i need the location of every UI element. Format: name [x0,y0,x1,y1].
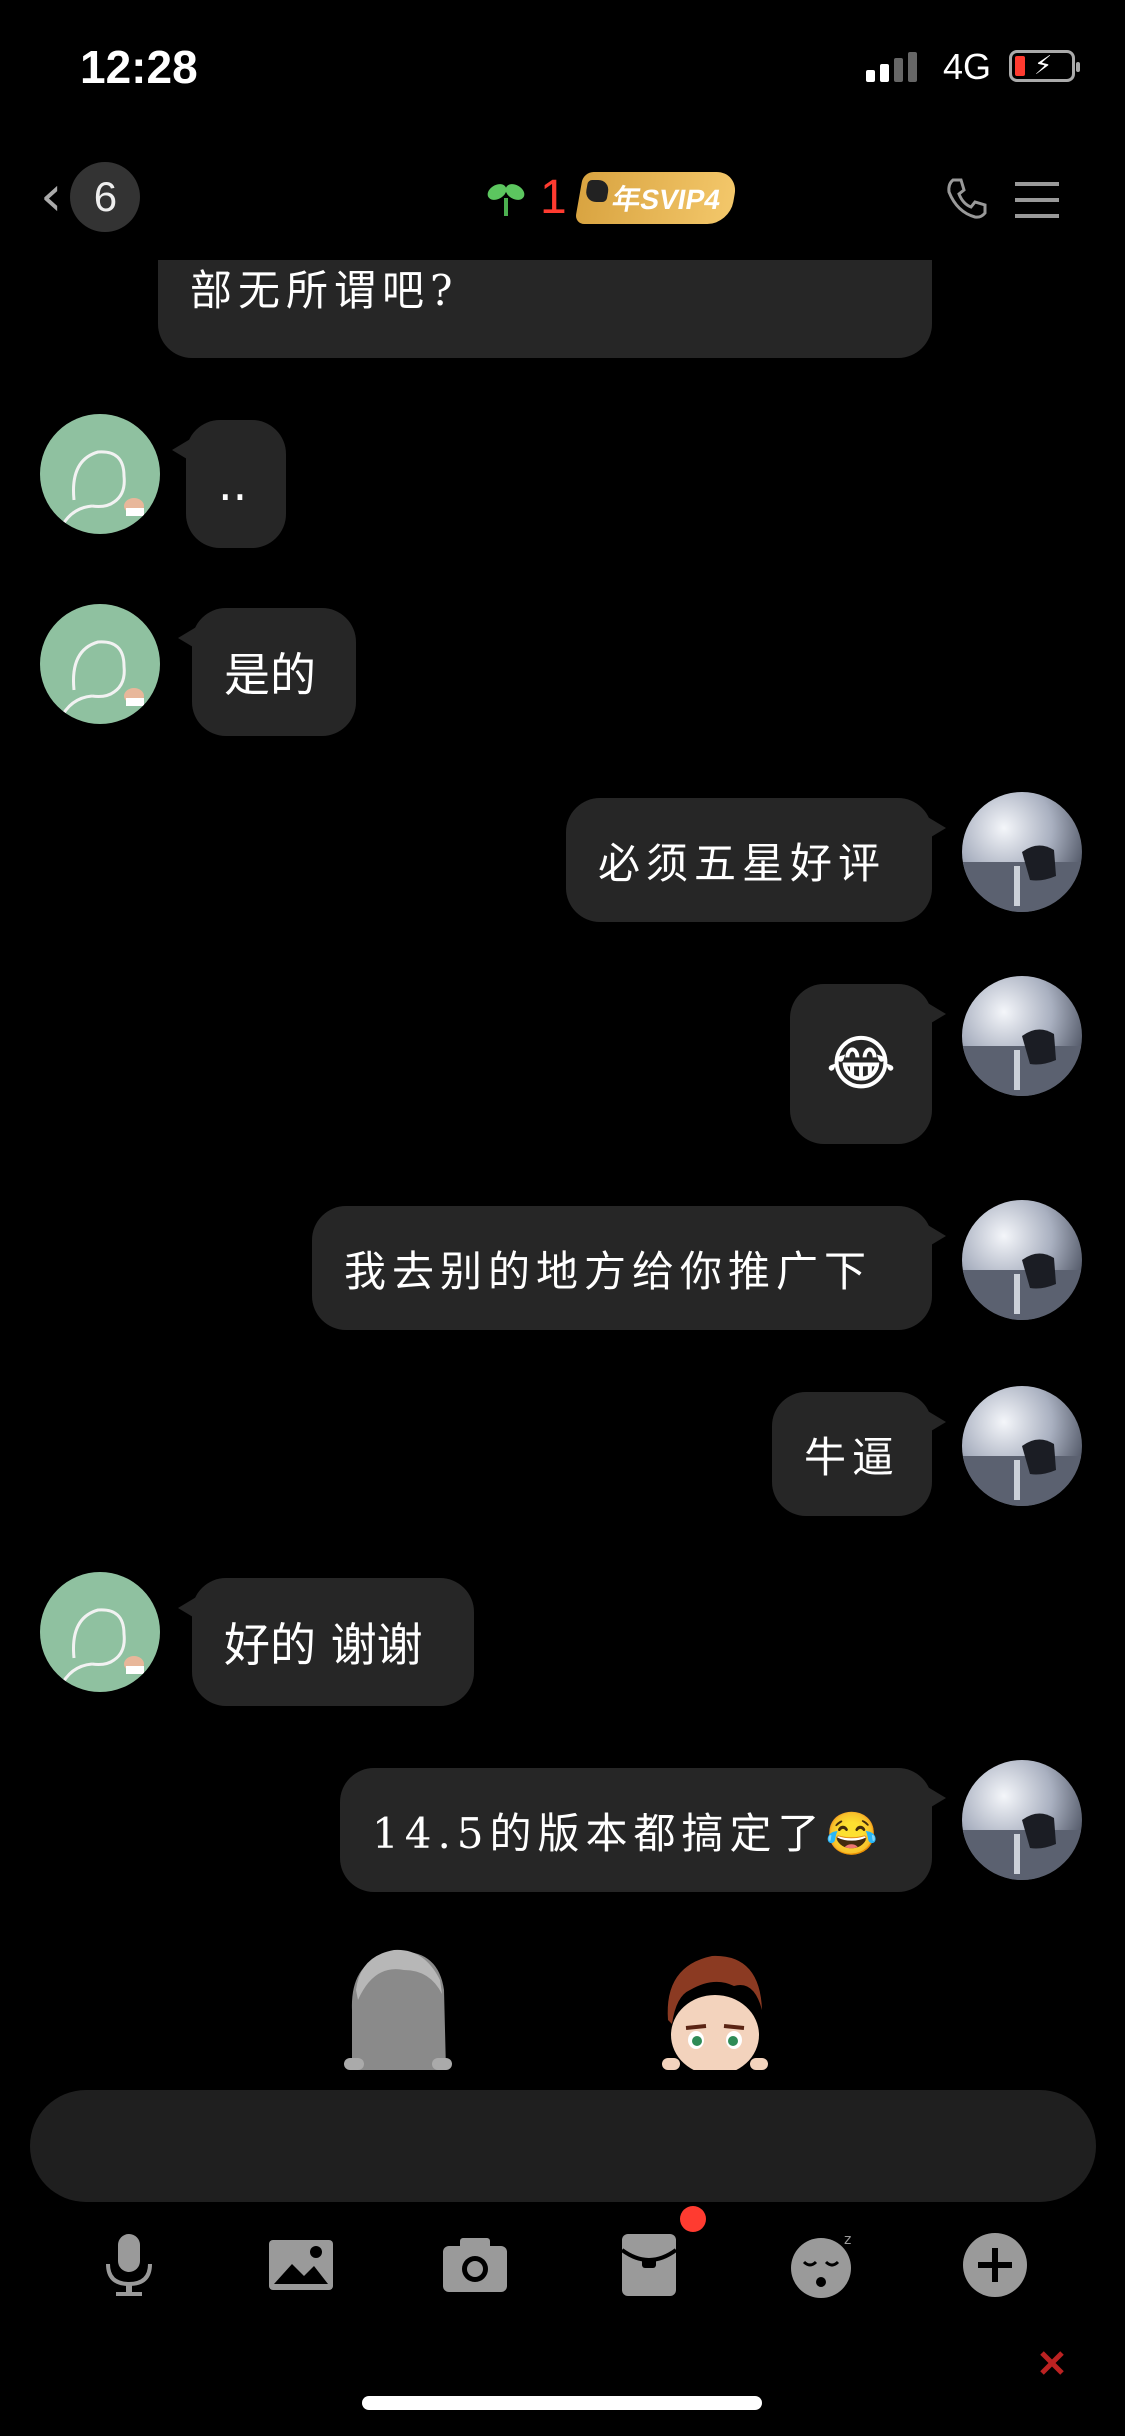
svg-text:z: z [844,2232,851,2248]
message-text: 部无所谓吧? [190,266,459,315]
laughing-emoji: 😂 [825,1029,897,1099]
message-bubble[interactable]: 14.5的版本都搞定了😂 [340,1768,946,1892]
message-text: 14.5的版本都搞定了😂 [372,1808,884,1858]
friend-avatar[interactable] [40,1572,160,1692]
menu-icon[interactable] [1013,178,1061,222]
camera-icon[interactable] [440,2230,510,2300]
message-text: .. [218,457,248,511]
message-text: 我去别的地方给你推广下 [344,1246,873,1296]
message-input[interactable] [30,2090,1096,2202]
image-icon[interactable] [266,2230,336,2300]
message-bubble[interactable]: 我去别的地方给你推广下 [312,1206,946,1330]
watermark-logo-icon [1040,2351,1064,2375]
friend-avatar[interactable] [40,414,160,534]
friend-avatar[interactable] [40,604,160,724]
phone-icon[interactable] [941,174,991,224]
sleepy-emoji-icon[interactable]: z [788,2230,858,2300]
message-text: 好的 谢谢 [224,1618,423,1672]
home-indicator[interactable] [362,2396,762,2410]
back-button[interactable]: ‹ 6 [40,162,141,232]
chevron-left-icon: ‹ [40,164,63,229]
notification-dot [680,2206,706,2232]
status-time: 12:28 [80,41,198,93]
red-packet-icon[interactable] [614,2230,684,2300]
my-avatar[interactable] [962,1386,1082,1506]
input-toolbar: z [0,2220,1125,2320]
chat-messages[interactable]: 部无所谓吧? .. 是的 必须五星好评 😂 我去别的地方给你推广下 牛逼 好的 … [0,150,1125,2080]
contact-title[interactable]: 1 年SVIP4 [484,170,739,225]
message-bubble[interactable]: 必须五星好评 [566,798,946,922]
message-bubble[interactable]: .. [172,420,286,548]
plus-icon[interactable] [960,2230,1030,2300]
svip-badge: 年SVIP4 [574,171,739,224]
chat-header: ‹ 6 1 年SVIP4 [0,150,1125,260]
my-avatar[interactable] [962,1200,1082,1320]
my-avatar[interactable] [962,792,1082,912]
watermark [1039,2350,1065,2376]
my-mascot-icon[interactable] [650,1940,780,2070]
message-text: 必须五星好评 [598,838,887,888]
unread-count-badge: 6 [70,162,141,232]
message-text: 是的 [224,648,316,702]
message-bubble[interactable]: 😂 [790,984,946,1144]
my-avatar[interactable] [962,976,1082,1096]
message-bubble[interactable]: 是的 [178,608,356,736]
friend-mascot-icon[interactable] [334,1940,464,2070]
network-type: 4G [942,46,991,87]
message-text: 牛逼 [804,1432,901,1482]
message-bubble[interactable]: 牛逼 [772,1392,946,1516]
cellular-signal-icon [866,52,917,82]
microphone-icon[interactable] [94,2230,164,2300]
status-bar: 12:28 4G ⚡ [0,0,1125,140]
message-bubble[interactable]: 好的 谢谢 [178,1578,474,1706]
sprout-icon [487,183,525,216]
my-avatar[interactable] [962,1760,1082,1880]
battery-icon: ⚡ [1009,50,1080,82]
member-level: 1 [540,171,567,224]
